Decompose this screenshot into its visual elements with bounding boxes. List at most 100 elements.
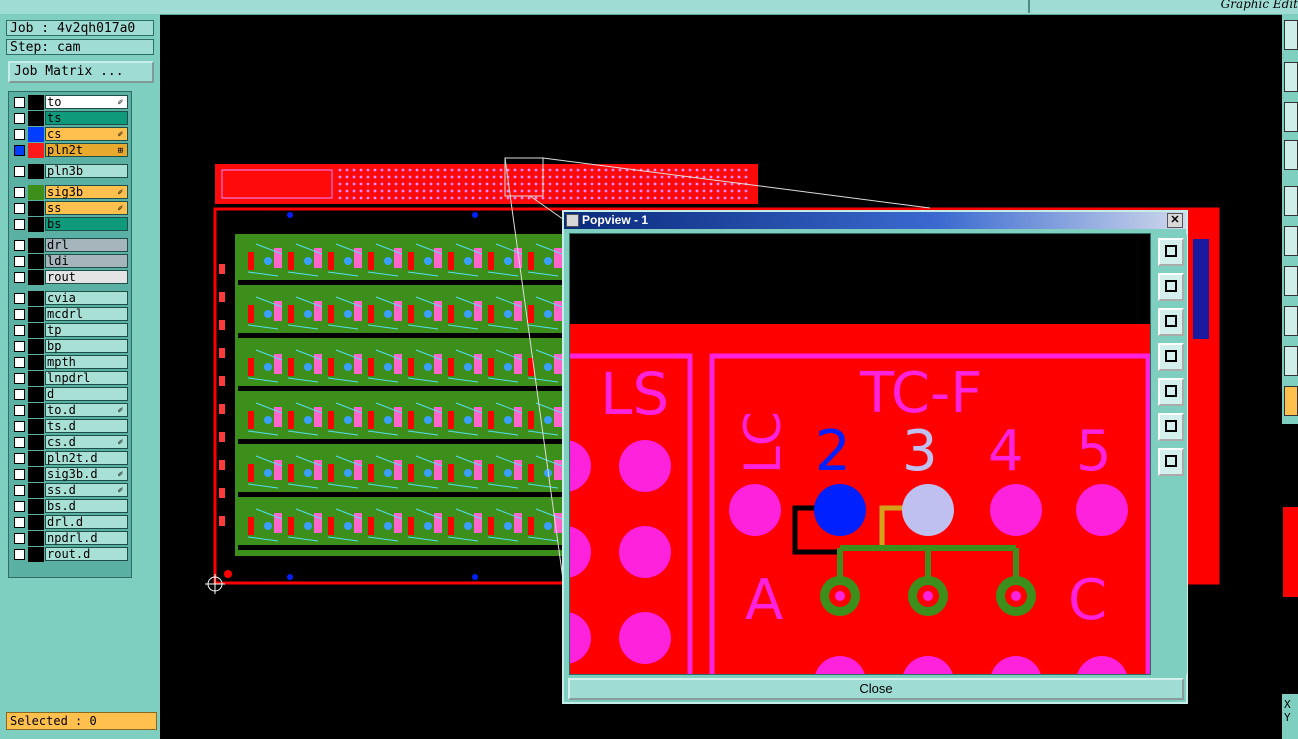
layer-row-sig3b.d[interactable]: sig3b.d ✐ <box>10 467 130 482</box>
layer-row-sig3b[interactable]: sig3b ✐ <box>10 185 130 200</box>
tool-button[interactable] <box>1284 186 1298 216</box>
layer-checkbox[interactable] <box>14 129 25 140</box>
layer-color-swatch[interactable] <box>28 291 44 306</box>
layer-name[interactable]: ts.d <box>45 419 128 433</box>
pan-down-icon[interactable] <box>1158 308 1184 336</box>
layer-row-cvia[interactable]: cvia <box>10 291 130 306</box>
layer-color-swatch[interactable] <box>28 387 44 402</box>
layer-name[interactable]: mcdrl <box>45 307 128 321</box>
layer-row-ss.d[interactable]: ss.d ✐ <box>10 483 130 498</box>
zoom-fit-icon[interactable] <box>1158 238 1184 266</box>
layer-name[interactable]: rout.d <box>45 547 128 561</box>
zoom-out-icon[interactable] <box>1158 448 1184 476</box>
layer-color-swatch[interactable] <box>28 307 44 322</box>
layer-name[interactable]: pln3b <box>45 164 128 178</box>
layer-color-swatch[interactable] <box>28 451 44 466</box>
layer-row-drl.d[interactable]: drl.d <box>10 515 130 530</box>
zoom-in-icon[interactable] <box>1158 413 1184 441</box>
layer-color-swatch[interactable] <box>28 185 44 200</box>
layer-checkbox[interactable] <box>14 485 25 496</box>
layer-name[interactable]: bs <box>45 217 128 231</box>
layer-name[interactable]: bs.d <box>45 499 128 513</box>
pan-left-icon[interactable] <box>1158 343 1184 371</box>
layer-checkbox[interactable] <box>14 309 25 320</box>
layer-name[interactable]: ss.d ✐ <box>45 483 128 497</box>
layer-name[interactable]: cs ✐ <box>45 127 128 141</box>
layer-row-pln3b[interactable]: pln3b <box>10 164 130 179</box>
layer-color-swatch[interactable] <box>28 254 44 269</box>
layer-color-swatch[interactable] <box>28 143 44 158</box>
layer-checkbox[interactable] <box>14 437 25 448</box>
layer-checkbox[interactable] <box>14 145 25 156</box>
layer-name[interactable]: lnpdrl <box>45 371 128 385</box>
layer-name[interactable]: npdrl.d <box>45 531 128 545</box>
layer-name[interactable]: ldi <box>45 254 128 268</box>
layer-checkbox[interactable] <box>14 501 25 512</box>
layer-checkbox[interactable] <box>14 240 25 251</box>
layer-color-swatch[interactable] <box>28 515 44 530</box>
pan-right-icon[interactable] <box>1158 378 1184 406</box>
job-matrix-button[interactable]: Job Matrix ... <box>8 61 154 83</box>
layer-row-to.d[interactable]: to.d ✐ <box>10 403 130 418</box>
layer-name[interactable]: mpth <box>45 355 128 369</box>
layer-checkbox[interactable] <box>14 219 25 230</box>
layer-row-to[interactable]: to ✐ <box>10 95 130 110</box>
layer-color-swatch[interactable] <box>28 403 44 418</box>
close-button[interactable]: Close <box>568 678 1184 700</box>
layer-color-swatch[interactable] <box>28 531 44 546</box>
layer-row-pln2t[interactable]: pln2t ⊞ <box>10 143 130 158</box>
layer-row-mcdrl[interactable]: mcdrl <box>10 307 130 322</box>
layer-row-tp[interactable]: tp <box>10 323 130 338</box>
layer-name[interactable]: drl.d <box>45 515 128 529</box>
layer-checkbox[interactable] <box>14 517 25 528</box>
tool-button[interactable] <box>1284 306 1298 336</box>
layer-color-swatch[interactable] <box>28 164 44 179</box>
tool-button[interactable] <box>1284 346 1298 376</box>
layer-checkbox[interactable] <box>14 325 25 336</box>
layer-checkbox[interactable] <box>14 256 25 267</box>
layer-color-swatch[interactable] <box>28 95 44 110</box>
layer-checkbox[interactable] <box>14 166 25 177</box>
layer-row-ldi[interactable]: ldi <box>10 254 130 269</box>
tool-button[interactable] <box>1284 140 1298 170</box>
layer-row-npdrl.d[interactable]: npdrl.d <box>10 531 130 546</box>
layer-row-pln2t.d[interactable]: pln2t.d <box>10 451 130 466</box>
layer-color-swatch[interactable] <box>28 547 44 562</box>
layer-checkbox[interactable] <box>14 453 25 464</box>
layer-color-swatch[interactable] <box>28 238 44 253</box>
layer-name[interactable]: bp <box>45 339 128 353</box>
layer-row-ss[interactable]: ss ✐ <box>10 201 130 216</box>
layer-checkbox[interactable] <box>14 97 25 108</box>
layer-name[interactable]: cvia <box>45 291 128 305</box>
layer-name[interactable]: drl <box>45 238 128 252</box>
layer-name[interactable]: to.d ✐ <box>45 403 128 417</box>
popview-canvas[interactable]: LS TC-F LC 2 3 4 5 A C <box>569 233 1151 675</box>
layer-row-bp[interactable]: bp <box>10 339 130 354</box>
layer-checkbox[interactable] <box>14 341 25 352</box>
layer-color-swatch[interactable] <box>28 419 44 434</box>
popview-titlebar[interactable]: Popview - 1 ✕ <box>564 212 1186 229</box>
layer-color-swatch[interactable] <box>28 435 44 450</box>
pan-up-icon[interactable] <box>1158 273 1184 301</box>
layer-color-swatch[interactable] <box>28 467 44 482</box>
tool-button[interactable] <box>1284 62 1298 92</box>
layer-name[interactable]: ts <box>45 111 128 125</box>
tool-button[interactable] <box>1284 20 1298 50</box>
layer-row-bs[interactable]: bs <box>10 217 130 232</box>
layer-row-lnpdrl[interactable]: lnpdrl <box>10 371 130 386</box>
layer-name[interactable]: to ✐ <box>45 95 128 109</box>
layer-color-swatch[interactable] <box>28 483 44 498</box>
layer-checkbox[interactable] <box>14 293 25 304</box>
layer-color-swatch[interactable] <box>28 323 44 338</box>
tool-button[interactable] <box>1284 266 1298 296</box>
layer-color-swatch[interactable] <box>28 270 44 285</box>
layer-color-swatch[interactable] <box>28 201 44 216</box>
tool-button[interactable] <box>1284 102 1298 132</box>
layer-row-ts.d[interactable]: ts.d <box>10 419 130 434</box>
layer-name[interactable]: pln2t.d <box>45 451 128 465</box>
layer-checkbox[interactable] <box>14 549 25 560</box>
menu-area[interactable] <box>0 0 1030 13</box>
layer-checkbox[interactable] <box>14 373 25 384</box>
layer-checkbox[interactable] <box>14 469 25 480</box>
layer-checkbox[interactable] <box>14 203 25 214</box>
